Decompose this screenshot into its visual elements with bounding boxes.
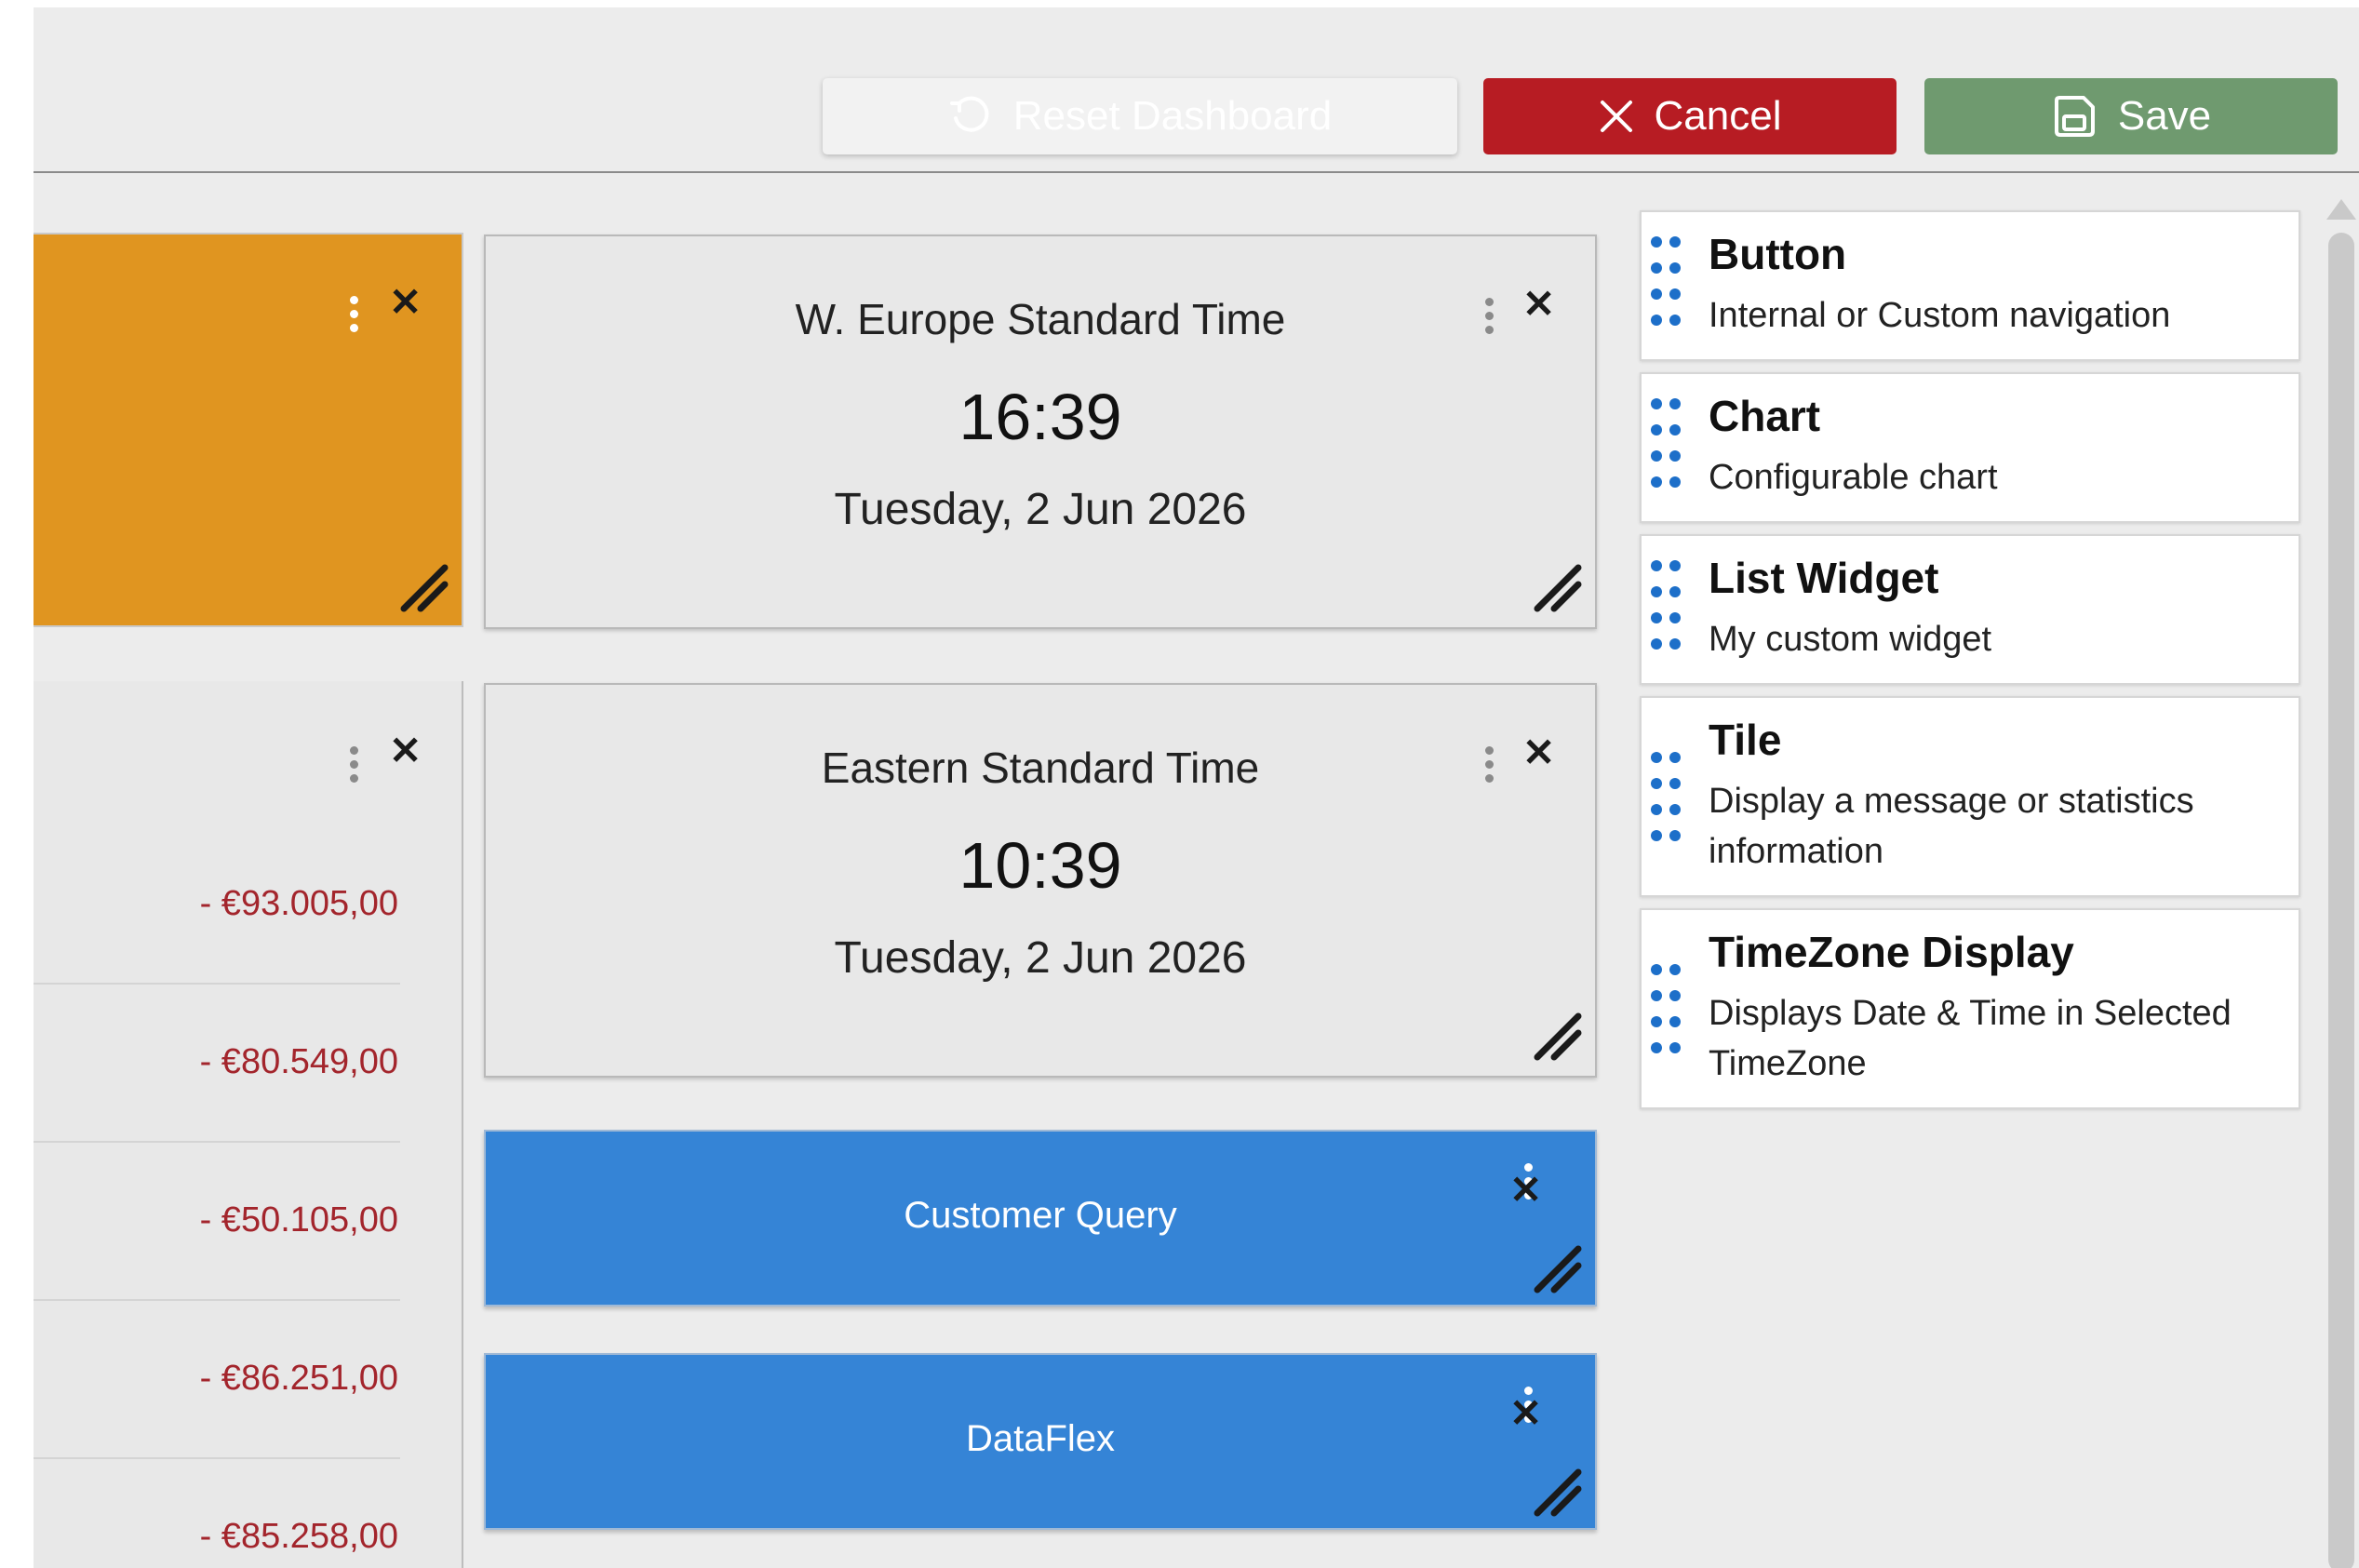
list-value: - €93.005,00 bbox=[199, 884, 398, 923]
close-icon bbox=[1600, 101, 1632, 132]
palette-item-timezone-display[interactable]: TimeZone Display Displays Date & Time in… bbox=[1640, 908, 2300, 1109]
kebab-menu-icon[interactable] bbox=[1485, 746, 1494, 783]
list-divider bbox=[34, 983, 400, 985]
list-value: - €86.251,00 bbox=[199, 1359, 398, 1398]
palette-item-chart[interactable]: Chart Configurable chart bbox=[1640, 372, 2300, 523]
palette-item-tile[interactable]: Tile Display a message or statistics inf… bbox=[1640, 696, 2300, 897]
list-widget[interactable]: ✕ - €93.005,00 - €80.549,00 - €50.105,00… bbox=[34, 681, 463, 1568]
close-icon[interactable]: ✕ bbox=[389, 283, 422, 322]
save-label: Save bbox=[2117, 93, 2212, 139]
palette-item-description: Internal or Custom navigation bbox=[1709, 296, 2171, 335]
orange-widget[interactable]: ✕ bbox=[34, 233, 463, 627]
timezone-date: Tuesday, 2 Jun 2026 bbox=[834, 485, 1247, 534]
list-divider bbox=[34, 1141, 400, 1143]
list-value: - €80.549,00 bbox=[199, 1042, 398, 1081]
list-divider bbox=[34, 1457, 400, 1459]
palette-item-description: Displays Date & Time in Selected TimeZon… bbox=[1709, 994, 2232, 1083]
drag-handle-icon[interactable] bbox=[1649, 558, 1686, 651]
dashboard-editor: Reset Dashboard Cancel Save ✕ ✕ - €93.00… bbox=[34, 7, 2359, 1568]
close-icon[interactable]: ✕ bbox=[1509, 1171, 1542, 1210]
palette-item-description: Display a message or statistics informat… bbox=[1709, 782, 2194, 871]
palette-item-description: My custom widget bbox=[1709, 620, 1992, 659]
cancel-label: Cancel bbox=[1654, 93, 1782, 139]
close-icon[interactable]: ✕ bbox=[1522, 733, 1555, 772]
drag-handle-icon[interactable] bbox=[1649, 235, 1686, 328]
drag-handle-icon[interactable] bbox=[1649, 396, 1686, 489]
kebab-menu-icon[interactable] bbox=[1485, 298, 1494, 334]
save-button[interactable]: Save bbox=[1924, 78, 2338, 154]
palette-item-title: TimeZone Display bbox=[1709, 928, 2074, 976]
reset-dashboard-button[interactable]: Reset Dashboard bbox=[823, 78, 1457, 154]
reset-dashboard-label: Reset Dashboard bbox=[1012, 93, 1333, 139]
palette-item-description: Configurable chart bbox=[1709, 458, 1998, 497]
toolbar-divider bbox=[34, 171, 2359, 173]
cancel-button[interactable]: Cancel bbox=[1483, 78, 1897, 154]
palette-item-button[interactable]: Button Internal or Custom navigation bbox=[1640, 210, 2300, 361]
timezone-name: W. Europe Standard Time bbox=[795, 295, 1286, 343]
timezone-name: Eastern Standard Time bbox=[821, 744, 1260, 792]
close-icon[interactable]: ✕ bbox=[1522, 285, 1555, 324]
reset-icon bbox=[949, 96, 989, 132]
palette-item-title: Button bbox=[1709, 230, 1847, 278]
tile-label: Customer Query bbox=[904, 1195, 1177, 1236]
tile-widget[interactable]: DataFlex ✕ bbox=[484, 1353, 1597, 1530]
list-value: - €50.105,00 bbox=[199, 1200, 398, 1240]
drag-handle-icon[interactable] bbox=[1649, 962, 1686, 1055]
scroll-up-arrow-icon[interactable] bbox=[2325, 197, 2358, 221]
resize-handle-icon[interactable] bbox=[1532, 1467, 1582, 1517]
resize-handle-icon[interactable] bbox=[1532, 562, 1582, 612]
list-value: - €85.258,00 bbox=[199, 1517, 398, 1556]
palette-item-list-widget[interactable]: List Widget My custom widget bbox=[1640, 534, 2300, 685]
palette-item-title: List Widget bbox=[1709, 554, 1939, 602]
timezone-time: 16:39 bbox=[958, 381, 1122, 453]
save-icon bbox=[2054, 96, 2095, 137]
scrollbar-thumb[interactable] bbox=[2328, 233, 2354, 1568]
palette-item-title: Chart bbox=[1709, 392, 1821, 440]
tile-label: DataFlex bbox=[965, 1418, 1116, 1459]
kebab-menu-icon[interactable] bbox=[350, 296, 358, 332]
kebab-menu-icon[interactable] bbox=[350, 746, 358, 783]
timezone-date: Tuesday, 2 Jun 2026 bbox=[834, 933, 1247, 983]
palette-item-title: Tile bbox=[1709, 716, 1782, 764]
timezone-widget[interactable]: W. Europe Standard Time 16:39 Tuesday, 2… bbox=[484, 235, 1597, 629]
timezone-widget[interactable]: Eastern Standard Time 10:39 Tuesday, 2 J… bbox=[484, 683, 1597, 1078]
close-icon[interactable]: ✕ bbox=[1509, 1394, 1542, 1433]
list-divider bbox=[34, 1299, 400, 1301]
resize-handle-icon[interactable] bbox=[398, 562, 449, 612]
tile-widget[interactable]: Customer Query ✕ bbox=[484, 1130, 1597, 1307]
timezone-time: 10:39 bbox=[958, 829, 1122, 902]
drag-handle-icon[interactable] bbox=[1649, 750, 1686, 843]
close-icon[interactable]: ✕ bbox=[389, 731, 422, 771]
resize-handle-icon[interactable] bbox=[1532, 1243, 1582, 1293]
resize-handle-icon[interactable] bbox=[1532, 1011, 1582, 1061]
